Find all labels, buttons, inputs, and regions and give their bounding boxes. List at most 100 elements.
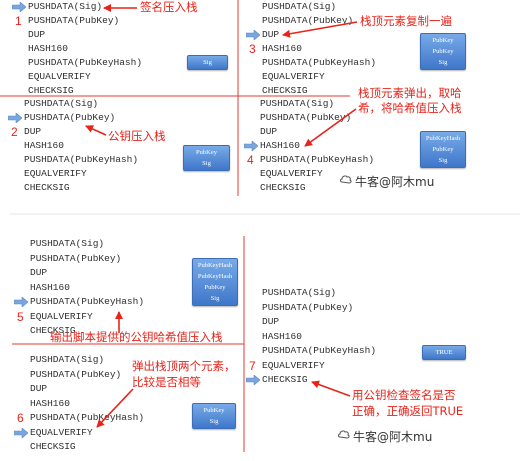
step-panel-6: PUSHDATA(Sig) PUSHDATA(PubKey) DUP HASH160 P… — [14, 353, 144, 455]
script-listing: PUSHDATA(Sig) PUSHDATA(PubKey) DUP HASH160 P… — [262, 0, 376, 98]
script-line: PUSHDATA(Sig) — [262, 1, 337, 12]
annotation-line: 输出脚本提供的公钥哈希值压入栈 — [50, 330, 223, 344]
step-number: 5 — [17, 309, 24, 324]
step-panel-1: PUSHDATA(Sig) PUSHDATA(PubKey) DUP HASH160 P… — [12, 0, 142, 98]
stack-item: Sig — [210, 295, 220, 302]
annotation-line: 签名压入栈 — [140, 0, 198, 14]
pointer-arrow-icon — [8, 111, 22, 125]
step-number: 2 — [11, 125, 18, 139]
script-line: HASH160 — [30, 281, 70, 293]
script-line: PUSHDATA(PubKey) — [260, 112, 352, 123]
annotation-line: 弹出栈顶两个元素， — [132, 359, 236, 373]
script-line: EQUALVERIFY — [262, 359, 325, 371]
step-number: 3 — [249, 42, 256, 56]
annotation-step-1: 签名压入栈 — [140, 0, 198, 15]
annotation-step-5: 输出脚本提供的公钥哈希值压入栈 — [50, 330, 223, 345]
script-listing: PUSHDATA(Sig) PUSHDATA(PubKey) DUP HASH160 P… — [28, 0, 142, 98]
script-line: PUSHDATA(Sig) — [24, 98, 99, 109]
script-line: PUSHDATA(PubKeyHash) — [30, 296, 145, 307]
script-line: DUP — [262, 316, 280, 327]
stack-item: PubKey — [432, 37, 454, 44]
annotation-step-6: 弹出栈顶两个元素， 比较是否相等 — [132, 358, 236, 390]
script-line: HASH160 — [30, 397, 70, 409]
script-line: HASH160 — [28, 43, 68, 54]
script-line: PUSHDATA(Sig) — [30, 354, 105, 365]
annotation-step-3: 栈顶元素复制一遍 — [360, 14, 452, 29]
script-line: PUSHDATA(PubKeyHash) — [30, 412, 145, 423]
script-listing: PUSHDATA(Sig) PUSHDATA(PubKey) DUP HASH160 P… — [262, 286, 376, 388]
watermark-bottom: 牛客@阿木mu — [338, 428, 432, 444]
script-line: PUSHDATA(PubKey) — [28, 15, 120, 26]
stack-item: PubKeyHash — [197, 273, 233, 280]
annotation-line: 比较是否相等 — [132, 375, 201, 389]
step-number: 6 — [17, 411, 24, 425]
script-line: PUSHDATA(PubKey) — [24, 112, 116, 123]
script-line: PUSHDATA(PubKeyHash) — [262, 57, 377, 68]
script-line: EQUALVERIFY — [262, 71, 325, 82]
stack-item: TRUE — [435, 349, 453, 356]
stack-box-step-2: PubKey Sig — [183, 145, 230, 171]
annotation-line: 用公钥检查签名是否 — [352, 388, 456, 402]
annotation-line: 公钥压入栈 — [108, 129, 166, 143]
script-line: PUSHDATA(PubKey) — [262, 15, 354, 26]
nowcoder-logo-icon — [340, 174, 352, 188]
script-line: CHECKSIG — [262, 374, 308, 385]
step-panel-2: PUSHDATA(Sig) PUSHDATA(PubKey) DUP HASH160 P… — [8, 97, 138, 195]
annotation-step-7: 用公钥检查签名是否 正确，正确返回TRUE — [352, 387, 463, 419]
script-line: CHECKSIG — [24, 182, 70, 193]
step-panel-3: PUSHDATA(Sig) PUSHDATA(PubKey) DUP HASH160 P… — [246, 0, 376, 98]
script-line: CHECKSIG — [30, 441, 76, 452]
annotation-step-2: 公钥压入栈 — [108, 129, 166, 144]
script-line: DUP — [260, 126, 278, 137]
annotation-line: 栈顶元素复制一遍 — [360, 14, 452, 28]
script-line: PUSHDATA(Sig) — [260, 98, 335, 109]
annotation-line: 正确，正确返回TRUE — [352, 404, 464, 418]
stack-box-step-7: TRUE — [422, 345, 466, 360]
script-line: CHECKSIG — [28, 85, 74, 96]
script-listing: PUSHDATA(Sig) PUSHDATA(PubKey) DUP HASH160 P… — [30, 237, 144, 339]
script-line: DUP — [30, 267, 48, 278]
script-line: PUSHDATA(PubKeyHash) — [24, 154, 139, 165]
stack-item: PubKeyHash — [197, 262, 233, 269]
step-number: 4 — [247, 153, 254, 167]
annotation-line: 希，将哈希值压入栈 — [358, 101, 462, 115]
script-line: HASH160 — [262, 43, 302, 54]
stack-item: PubKey — [432, 146, 454, 153]
script-line: PUSHDATA(PubKey) — [30, 252, 122, 264]
annotation-step-4: 栈顶元素弹出，取哈 希，将哈希值压入栈 — [358, 86, 462, 116]
script-line: EQUALVERIFY — [30, 310, 93, 322]
pointer-arrow-icon — [12, 0, 26, 14]
script-listing: PUSHDATA(Sig) PUSHDATA(PubKey) DUP HASH160 P… — [30, 353, 144, 455]
nowcoder-logo-icon — [338, 429, 350, 443]
stack-item: PubKey — [432, 48, 454, 55]
stack-item: Sig — [209, 418, 219, 425]
script-line: PUSHDATA(Sig) — [262, 287, 337, 298]
watermark-text: 牛客@阿木mu — [353, 429, 433, 444]
watermark-text: 牛客@阿木mu — [355, 174, 435, 189]
stack-item: PubKey — [196, 149, 217, 156]
pointer-arrow-icon — [246, 373, 260, 388]
stack-item: Sig — [202, 160, 211, 167]
stack-box-step-6: PubKey Sig — [192, 403, 236, 429]
script-line: DUP — [28, 29, 46, 40]
stack-box-step-4: PubKeyHash PubKey Sig — [420, 131, 466, 168]
stack-item: Sig — [203, 59, 212, 66]
script-line: PUSHDATA(Sig) — [28, 1, 103, 12]
script-line: EQUALVERIFY — [30, 426, 93, 438]
step-number: 7 — [249, 358, 256, 373]
stack-box-step-3: PubKey PubKey Sig — [420, 33, 466, 70]
annotation-line: 栈顶元素弹出，取哈 — [358, 86, 462, 100]
script-listing: PUSHDATA(Sig) PUSHDATA(PubKey) DUP HASH160 P… — [24, 97, 138, 195]
script-line: EQUALVERIFY — [28, 71, 91, 82]
stack-box-step-5: PubKeyHash PubKeyHash PubKey Sig — [192, 258, 238, 306]
stack-item: Sig — [438, 157, 448, 164]
script-line: DUP — [30, 383, 48, 394]
stack-item: Sig — [438, 59, 448, 66]
script-line: PUSHDATA(PubKeyHash) — [28, 57, 143, 68]
script-line: HASH160 — [262, 330, 302, 342]
stack-item: PubKeyHash — [425, 135, 461, 142]
stack-item: PubKey — [204, 284, 226, 291]
script-line: PUSHDATA(PubKey) — [262, 301, 354, 313]
pointer-arrow-icon — [244, 139, 258, 153]
stack-box-step-1: Sig — [187, 55, 228, 70]
